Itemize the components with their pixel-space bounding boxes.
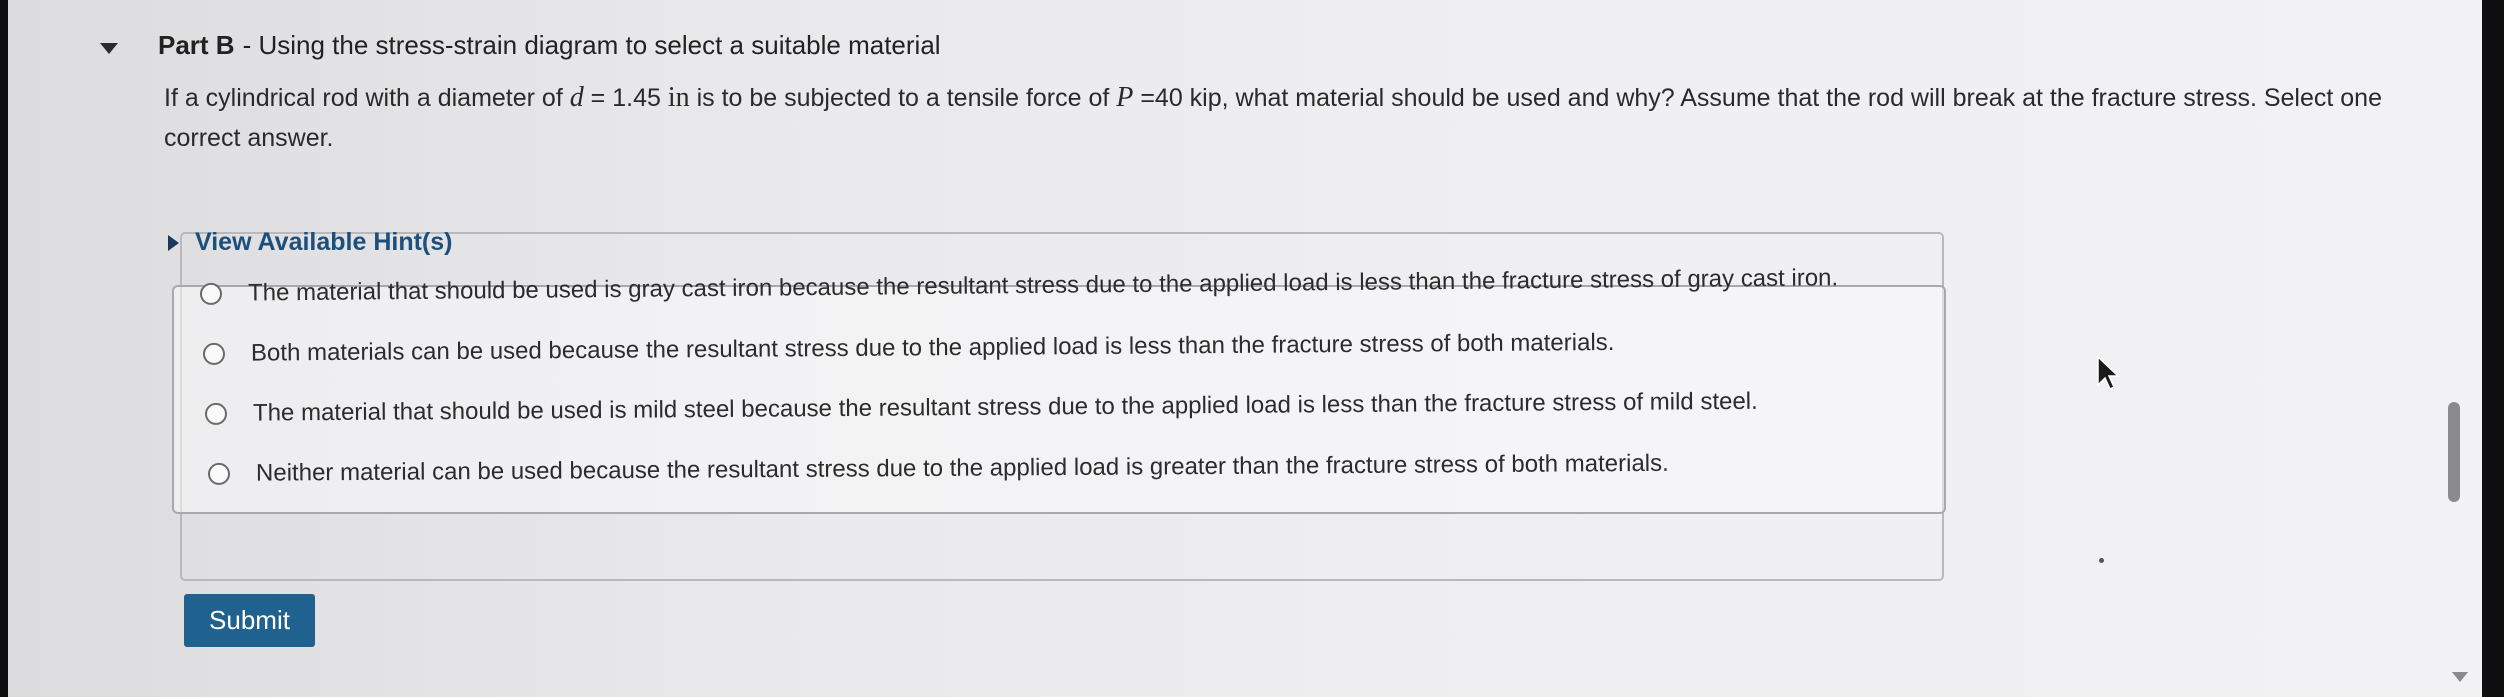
part-header[interactable]: Part B- Using the stress-strain diagram …	[100, 20, 941, 70]
question-text-part: = 1.45	[583, 84, 668, 112]
submit-button[interactable]: Submit	[184, 594, 315, 647]
scrollbar-thumb[interactable]	[2448, 402, 2460, 502]
part-title: Part B- Using the stress-strain diagram …	[158, 30, 941, 61]
part-separator: -	[242, 29, 252, 60]
force-variable: P	[1116, 82, 1134, 113]
diameter-variable: d	[569, 82, 584, 113]
mouse-pointer-icon	[2097, 355, 2120, 391]
caret-right-icon	[168, 234, 179, 251]
caret-down-icon[interactable]	[100, 42, 118, 54]
question-text-part: If a cylindrical rod with a diameter of	[164, 84, 570, 112]
radio-button[interactable]	[207, 462, 231, 485]
part-label: Part B	[158, 29, 235, 60]
radio-button[interactable]	[204, 402, 228, 425]
screen-dot	[2099, 558, 2104, 563]
diameter-unit: in	[667, 82, 690, 113]
view-hints-label[interactable]: View Available Hint(s)	[195, 228, 452, 257]
scrollbar-track[interactable]	[2440, 0, 2460, 697]
question-text: If a cylindrical rod with a diameter of …	[164, 78, 2404, 158]
radio-button[interactable]	[199, 282, 223, 305]
view-hints-toggle[interactable]: View Available Hint(s)	[168, 228, 452, 257]
question-text-part: is to be subjected to a tensile force of	[689, 84, 1117, 112]
radio-button[interactable]	[202, 342, 226, 365]
part-title-text: Using the stress-strain diagram to selec…	[258, 29, 941, 60]
scroll-down-arrow-icon[interactable]	[2452, 672, 2468, 682]
